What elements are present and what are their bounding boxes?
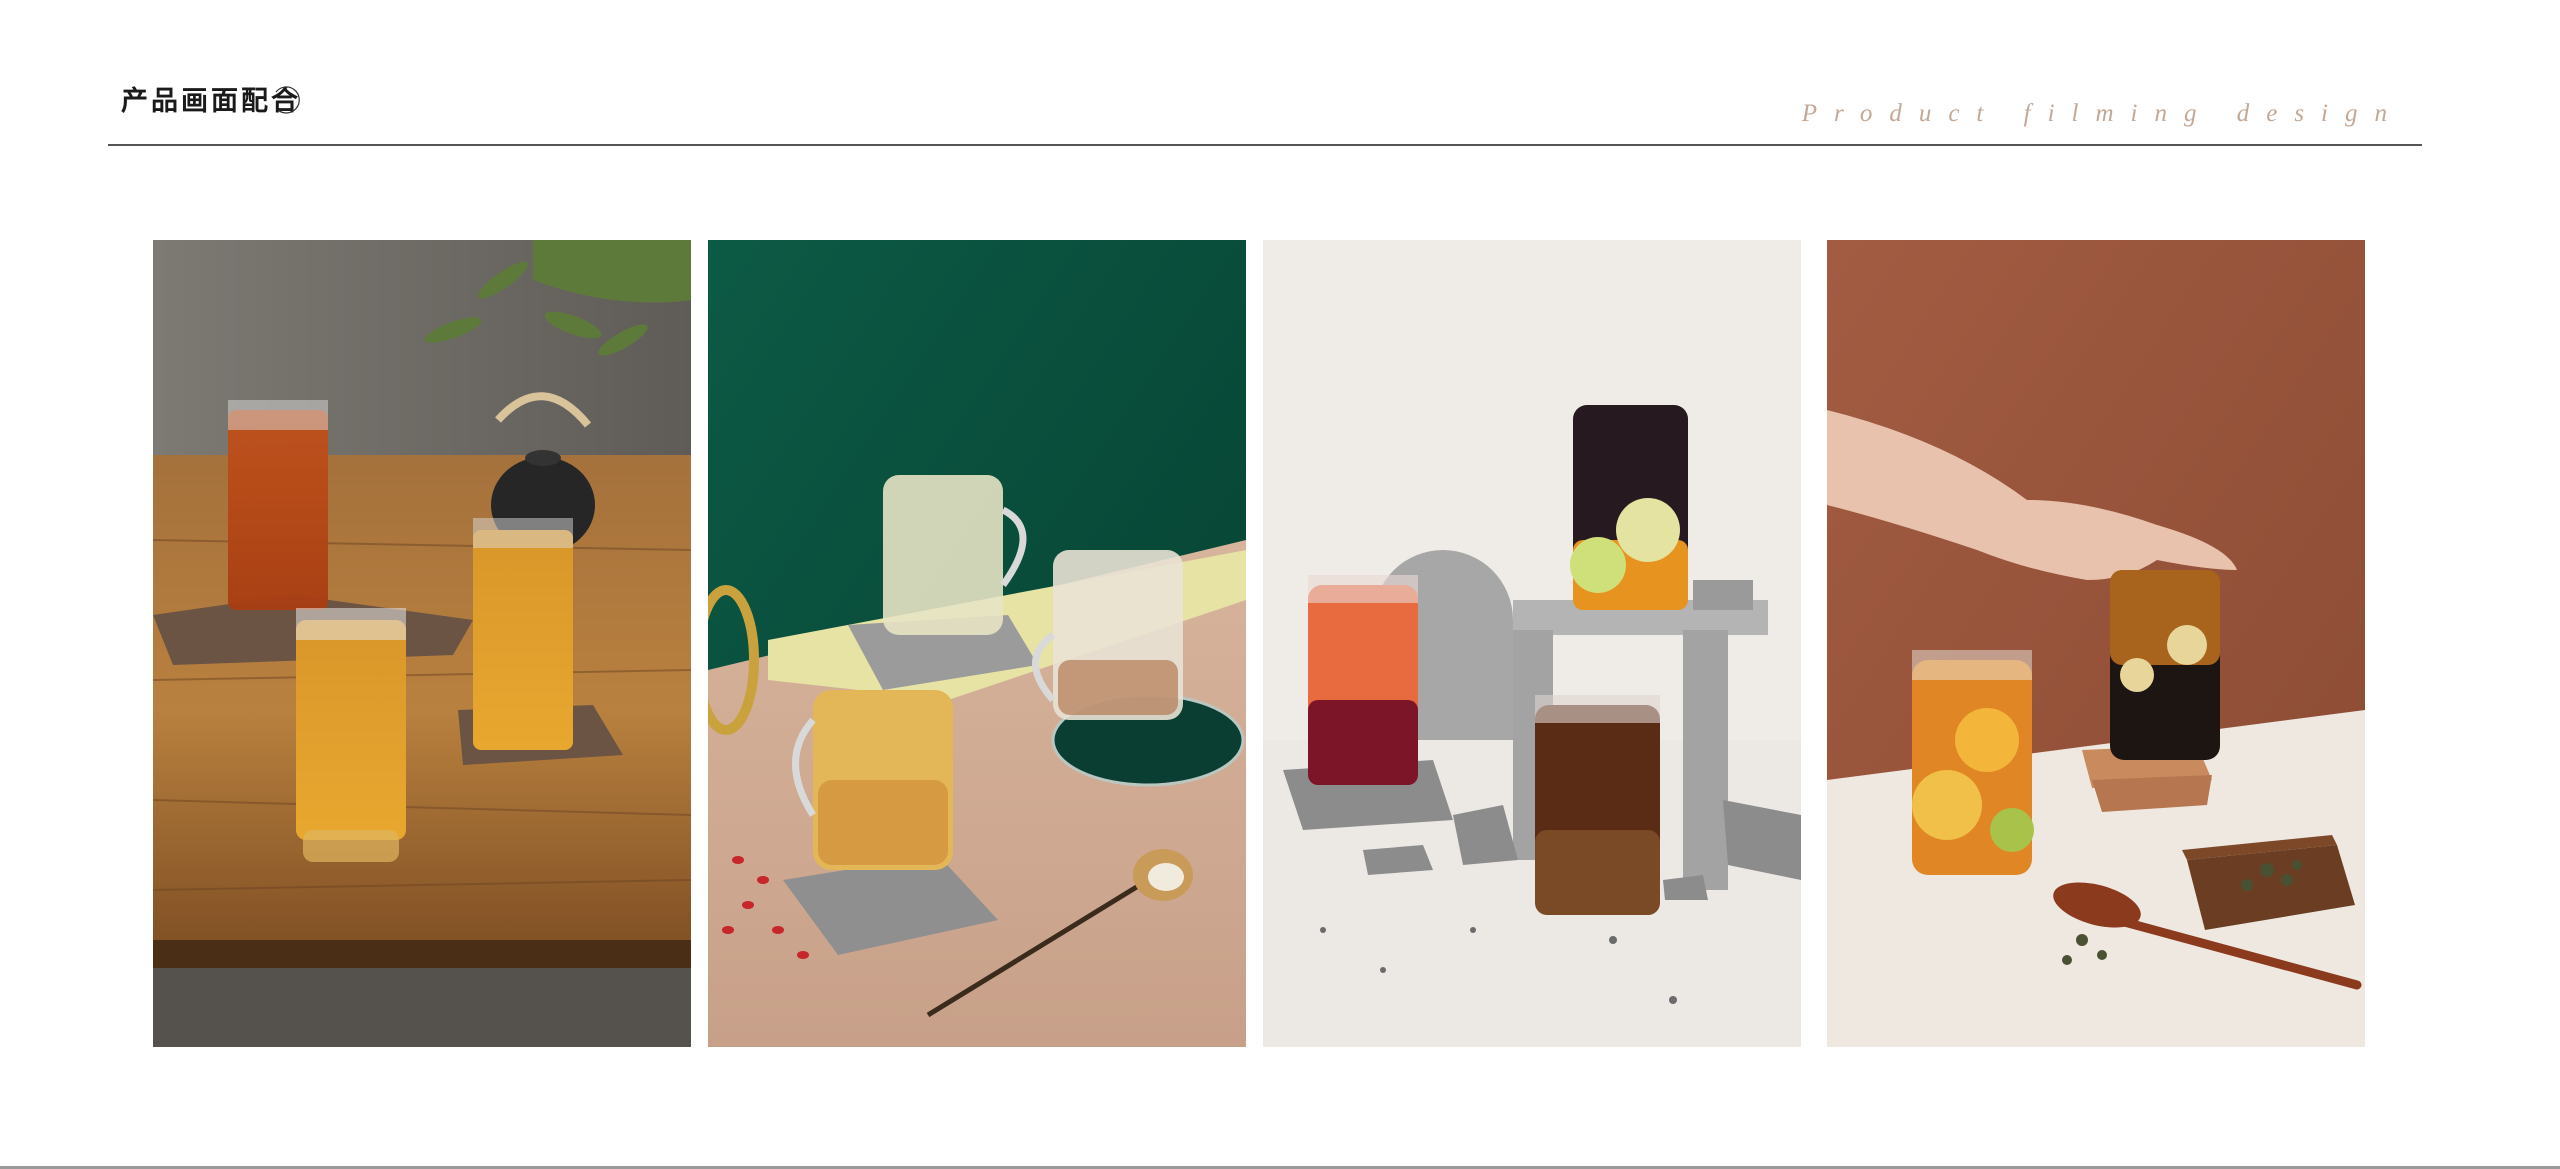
photo-iced-drinks <box>1263 240 1801 1047</box>
title-ornament-icon <box>275 86 300 114</box>
slide: 产品画面配合 Product filming design <box>0 0 2560 1169</box>
header-divider <box>108 144 2422 146</box>
hand-with-lemon-tea-on-brown-background-photo <box>1827 240 2365 1047</box>
page-subtitle: Product filming design <box>1801 100 2404 127</box>
photo-tea-table <box>153 240 691 1047</box>
iced-drinks-on-stone-blocks-photo <box>1263 240 1801 1047</box>
photo-lemon-tea <box>1827 240 2365 1047</box>
photo-glass-mugs <box>708 240 1246 1047</box>
glass-mugs-on-green-background-photo <box>708 240 1246 1047</box>
tea-glasses-on-wooden-table-photo <box>153 240 691 1047</box>
